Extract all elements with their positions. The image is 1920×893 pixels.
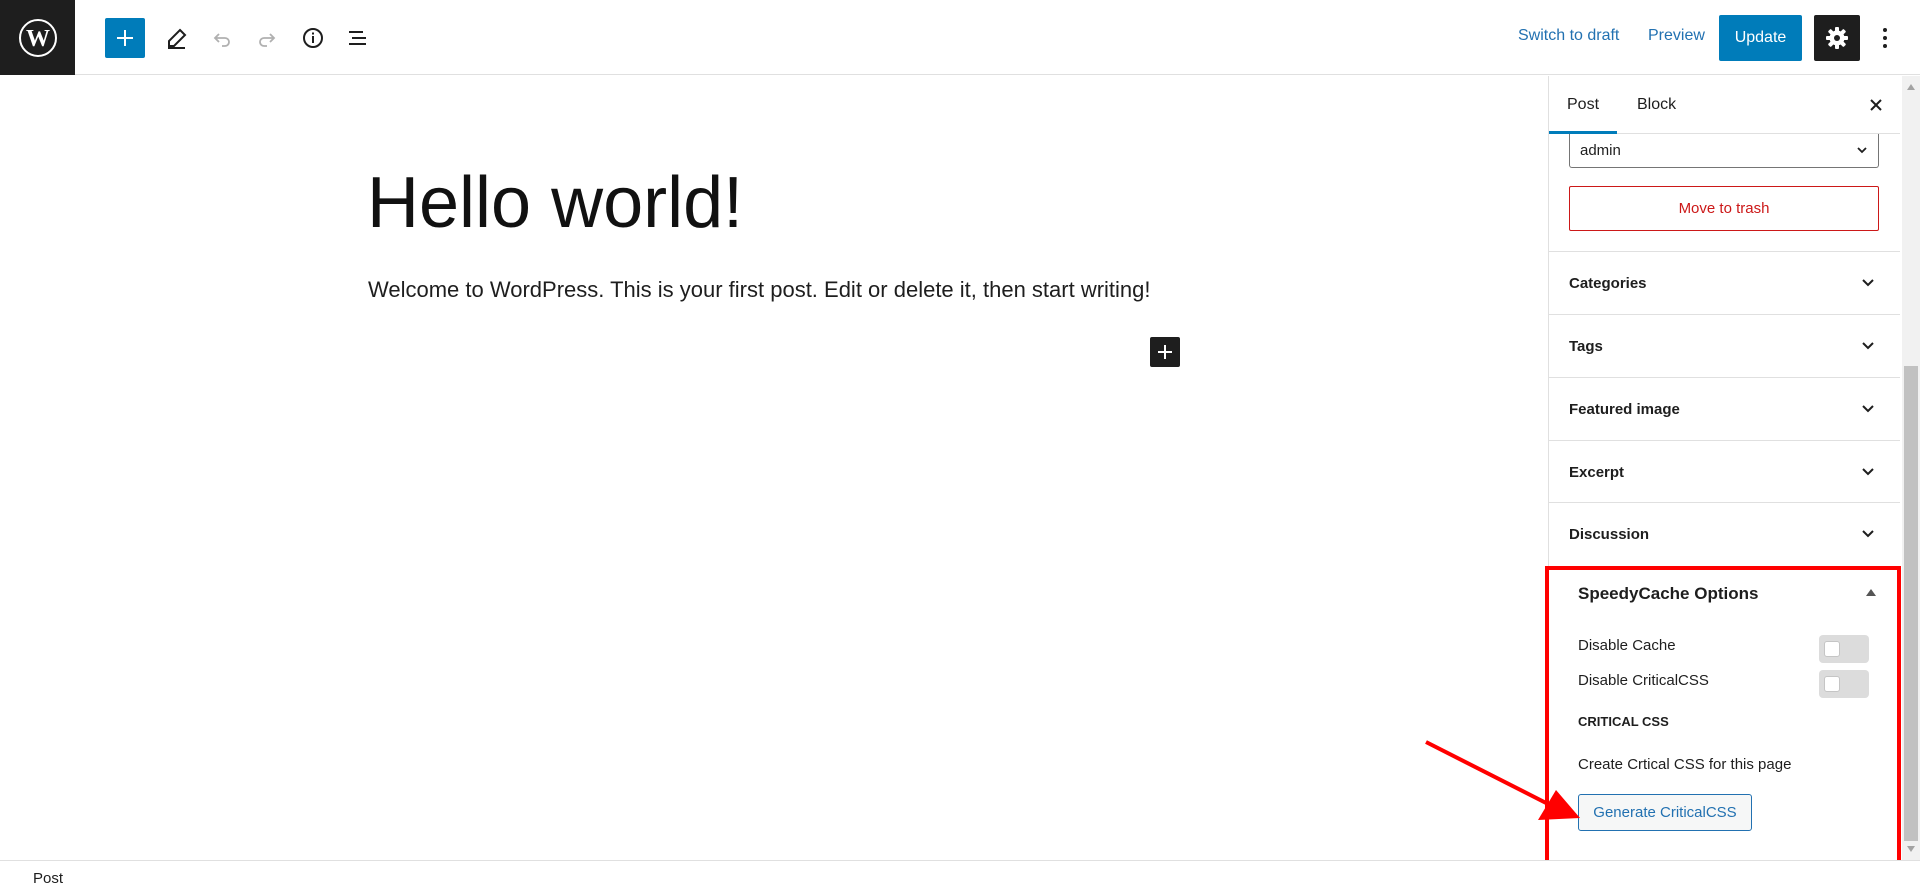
list-view-icon [349, 31, 366, 45]
speedycache-panel-title[interactable]: SpeedyCache Options [1578, 584, 1758, 604]
toggle-knob [1824, 676, 1840, 692]
close-sidebar-button[interactable] [1861, 90, 1891, 120]
sidebar-tabs: Post Block [1549, 76, 1900, 134]
update-button[interactable]: Update [1719, 15, 1802, 61]
panel-discussion[interactable]: Discussion [1549, 502, 1900, 565]
panel-title: Categories [1569, 274, 1647, 292]
redo-button[interactable] [247, 18, 287, 58]
chevron-down-icon [1862, 405, 1874, 413]
post-title[interactable]: Hello world! [367, 162, 743, 244]
info-icon [303, 28, 323, 48]
chevron-down-icon [1862, 530, 1874, 538]
wordpress-logo-icon[interactable]: W [0, 0, 75, 75]
author-select-value: admin [1580, 142, 1621, 159]
list-view-button[interactable] [338, 18, 378, 58]
tab-block[interactable]: Block [1619, 76, 1694, 134]
block-breadcrumb-bar: Post [0, 860, 1920, 893]
panel-excerpt[interactable]: Excerpt [1549, 440, 1900, 503]
editor-header: W Switch to draft Preview Update [0, 0, 1920, 75]
author-select[interactable]: admin [1569, 134, 1879, 168]
gear-icon [1826, 27, 1848, 49]
red-arrow-annotation-icon [1425, 740, 1580, 820]
scroll-down-icon[interactable] [1907, 846, 1915, 852]
preview-button[interactable]: Preview [1648, 27, 1705, 45]
critical-css-description: Create Crtical CSS for this page [1578, 756, 1792, 773]
panel-title: Featured image [1569, 400, 1680, 418]
options-menu-button[interactable] [1870, 19, 1900, 57]
chevron-down-icon [1862, 342, 1874, 350]
disable-cache-label: Disable Cache [1578, 637, 1676, 654]
svg-text:W: W [26, 26, 50, 52]
breadcrumb-post[interactable]: Post [33, 870, 63, 887]
details-button[interactable] [293, 18, 333, 58]
close-icon [1870, 99, 1882, 111]
more-vertical-icon [1883, 28, 1887, 48]
generate-criticalcss-button[interactable]: Generate CriticalCSS [1578, 794, 1752, 831]
scroll-up-icon[interactable] [1907, 84, 1915, 90]
chevron-down-icon [1862, 468, 1874, 476]
move-to-trash-button[interactable]: Move to trash [1569, 186, 1879, 231]
critical-css-heading: CRITICAL CSS [1578, 714, 1669, 729]
block-inserter-button[interactable] [1150, 337, 1180, 367]
redo-icon [259, 33, 276, 47]
toggle-knob [1824, 641, 1840, 657]
panel-tags[interactable]: Tags [1549, 314, 1900, 377]
plus-icon [1158, 345, 1172, 359]
add-block-button[interactable] [105, 18, 145, 58]
editor-canvas: Hello world! Welcome to WordPress. This … [0, 76, 1548, 860]
plus-icon [117, 30, 133, 46]
chevron-down-icon [1857, 147, 1867, 154]
disable-cache-toggle[interactable] [1819, 635, 1869, 663]
panel-title: Tags [1569, 337, 1603, 355]
undo-icon [213, 33, 230, 47]
settings-button[interactable] [1814, 15, 1860, 61]
tab-post[interactable]: Post [1549, 76, 1617, 134]
panel-categories[interactable]: Categories [1549, 251, 1900, 314]
sidebar-scrollbar[interactable] [1902, 76, 1920, 860]
panel-featured-image[interactable]: Featured image [1549, 377, 1900, 440]
tools-button[interactable] [157, 18, 197, 58]
panel-title: Discussion [1569, 525, 1650, 543]
scrollbar-thumb[interactable] [1904, 366, 1918, 841]
paragraph-block[interactable]: Welcome to WordPress. This is your first… [368, 277, 1151, 303]
pencil-icon [168, 28, 187, 49]
disable-criticalcss-toggle[interactable] [1819, 670, 1869, 698]
disable-criticalcss-label: Disable CriticalCSS [1578, 672, 1709, 689]
caret-up-icon[interactable] [1866, 589, 1876, 596]
panel-title: Excerpt [1569, 463, 1625, 481]
chevron-down-icon [1862, 279, 1874, 287]
switch-to-draft-button[interactable]: Switch to draft [1518, 27, 1619, 45]
undo-button[interactable] [202, 18, 242, 58]
